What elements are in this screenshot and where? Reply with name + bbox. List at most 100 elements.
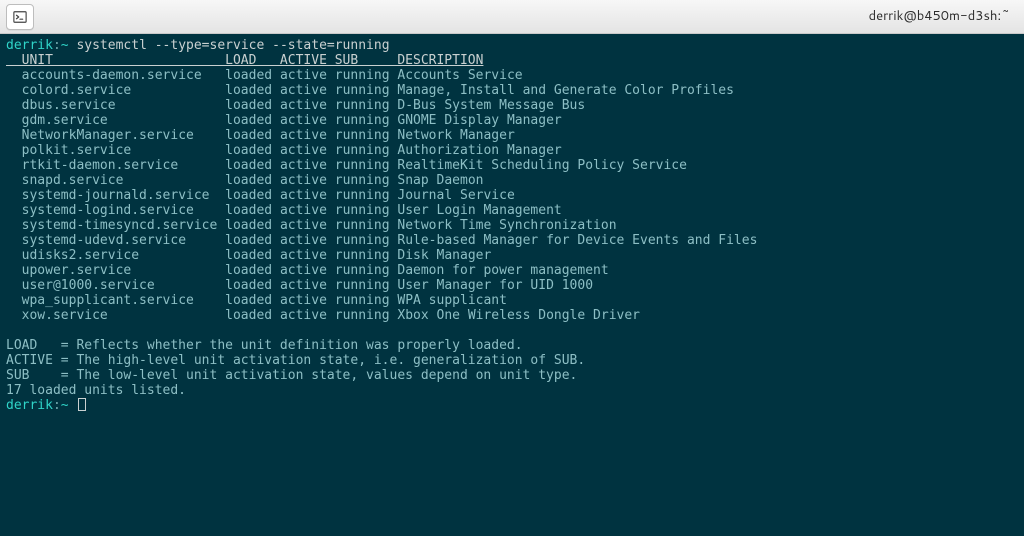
- sub-value: running: [335, 278, 398, 293]
- description-value: User Manager for UID 1000: [397, 278, 593, 293]
- table-row: user@1000.service loaded active running …: [6, 278, 1018, 293]
- table-row: dbus.service loaded active running D-Bus…: [6, 98, 1018, 113]
- table-body: accounts-daemon.service loaded active ru…: [6, 68, 1018, 323]
- table-row: systemd-udevd.service loaded active runn…: [6, 233, 1018, 248]
- load-value: loaded: [225, 113, 280, 128]
- load-value: loaded: [225, 278, 280, 293]
- description-value: Network Manager: [397, 128, 514, 143]
- load-value: loaded: [225, 233, 280, 248]
- sub-value: running: [335, 203, 398, 218]
- prompt-user: derrik: [6, 398, 53, 413]
- description-value: D-Bus System Message Bus: [397, 98, 585, 113]
- description-value: Authorization Manager: [397, 143, 561, 158]
- terminal-output[interactable]: derrik:~ systemctl --type=service --stat…: [0, 34, 1024, 536]
- active-value: active: [280, 233, 335, 248]
- prompt-line: derrik:~ systemctl --type=service --stat…: [6, 38, 1018, 53]
- load-value: loaded: [225, 83, 280, 98]
- unit-name: systemd-timesyncd.service: [22, 218, 226, 233]
- load-value: loaded: [225, 203, 280, 218]
- table-row: systemd-timesyncd.service loaded active …: [6, 218, 1018, 233]
- sub-value: running: [335, 293, 398, 308]
- table-row: rtkit-daemon.service loaded active runni…: [6, 158, 1018, 173]
- sub-value: running: [335, 83, 398, 98]
- table-row: systemd-logind.service loaded active run…: [6, 203, 1018, 218]
- active-value: active: [280, 203, 335, 218]
- sub-value: running: [335, 263, 398, 278]
- row-indent: [6, 173, 22, 188]
- unit-name: xow.service: [22, 308, 226, 323]
- load-value: loaded: [225, 188, 280, 203]
- prompt-sep: :: [53, 398, 61, 413]
- sub-value: running: [335, 308, 398, 323]
- description-value: RealtimeKit Scheduling Policy Service: [397, 158, 687, 173]
- unit-name: user@1000.service: [22, 278, 226, 293]
- load-value: loaded: [225, 68, 280, 83]
- description-value: Network Time Synchronization: [397, 218, 616, 233]
- row-indent: [6, 113, 22, 128]
- summary-line: 17 loaded units listed.: [6, 383, 1018, 398]
- sub-value: running: [335, 113, 398, 128]
- unit-name: systemd-journald.service: [22, 188, 226, 203]
- row-indent: [6, 158, 22, 173]
- table-row: NetworkManager.service loaded active run…: [6, 128, 1018, 143]
- description-value: WPA supplicant: [397, 293, 507, 308]
- prompt-path: ~: [61, 38, 69, 53]
- sub-value: running: [335, 158, 398, 173]
- unit-name: udisks2.service: [22, 248, 226, 263]
- table-row: udisks2.service loaded active running Di…: [6, 248, 1018, 263]
- row-indent: [6, 293, 22, 308]
- active-value: active: [280, 278, 335, 293]
- unit-name: systemd-logind.service: [22, 203, 226, 218]
- row-indent: [6, 128, 22, 143]
- prompt-symbol: [69, 398, 77, 413]
- load-value: loaded: [225, 308, 280, 323]
- unit-name: gdm.service: [22, 113, 226, 128]
- table-header-text: UNIT LOAD ACTIVE SUB DESCRIPTION: [6, 53, 483, 68]
- active-value: active: [280, 113, 335, 128]
- load-value: loaded: [225, 158, 280, 173]
- unit-name: accounts-daemon.service: [22, 68, 226, 83]
- row-indent: [6, 218, 22, 233]
- terminal-icon: [13, 10, 27, 24]
- description-value: Snap Daemon: [397, 173, 483, 188]
- load-value: loaded: [225, 173, 280, 188]
- active-value: active: [280, 173, 335, 188]
- unit-name: polkit.service: [22, 143, 226, 158]
- description-value: Disk Manager: [397, 248, 491, 263]
- active-value: active: [280, 143, 335, 158]
- load-value: loaded: [225, 263, 280, 278]
- active-value: active: [280, 128, 335, 143]
- row-indent: [6, 188, 22, 203]
- unit-name: rtkit-daemon.service: [22, 158, 226, 173]
- description-value: Xbox One Wireless Dongle Driver: [397, 308, 640, 323]
- table-row: wpa_supplicant.service loaded active run…: [6, 293, 1018, 308]
- sub-value: running: [335, 188, 398, 203]
- row-indent: [6, 203, 22, 218]
- sub-value: running: [335, 68, 398, 83]
- active-value: active: [280, 158, 335, 173]
- unit-name: upower.service: [22, 263, 226, 278]
- load-value: loaded: [225, 218, 280, 233]
- sub-value: running: [335, 248, 398, 263]
- prompt-user: derrik: [6, 38, 53, 53]
- cursor: [78, 398, 86, 411]
- unit-name: colord.service: [22, 83, 226, 98]
- sub-value: running: [335, 128, 398, 143]
- sub-value: running: [335, 143, 398, 158]
- sub-value: running: [335, 218, 398, 233]
- terminal-app-icon[interactable]: [6, 4, 34, 30]
- window-title: derrik@b450m-d3sh:~: [34, 9, 1018, 24]
- description-value: Rule-based Manager for Device Events and…: [397, 233, 757, 248]
- sub-value: running: [335, 173, 398, 188]
- active-value: active: [280, 293, 335, 308]
- load-value: loaded: [225, 293, 280, 308]
- table-row: accounts-daemon.service loaded active ru…: [6, 68, 1018, 83]
- legend-active: ACTIVE = The high-level unit activation …: [6, 353, 1018, 368]
- row-indent: [6, 68, 22, 83]
- row-indent: [6, 248, 22, 263]
- unit-name: snapd.service: [22, 173, 226, 188]
- table-row: systemd-journald.service loaded active r…: [6, 188, 1018, 203]
- active-value: active: [280, 248, 335, 263]
- description-value: Manage, Install and Generate Color Profi…: [397, 83, 734, 98]
- load-value: loaded: [225, 248, 280, 263]
